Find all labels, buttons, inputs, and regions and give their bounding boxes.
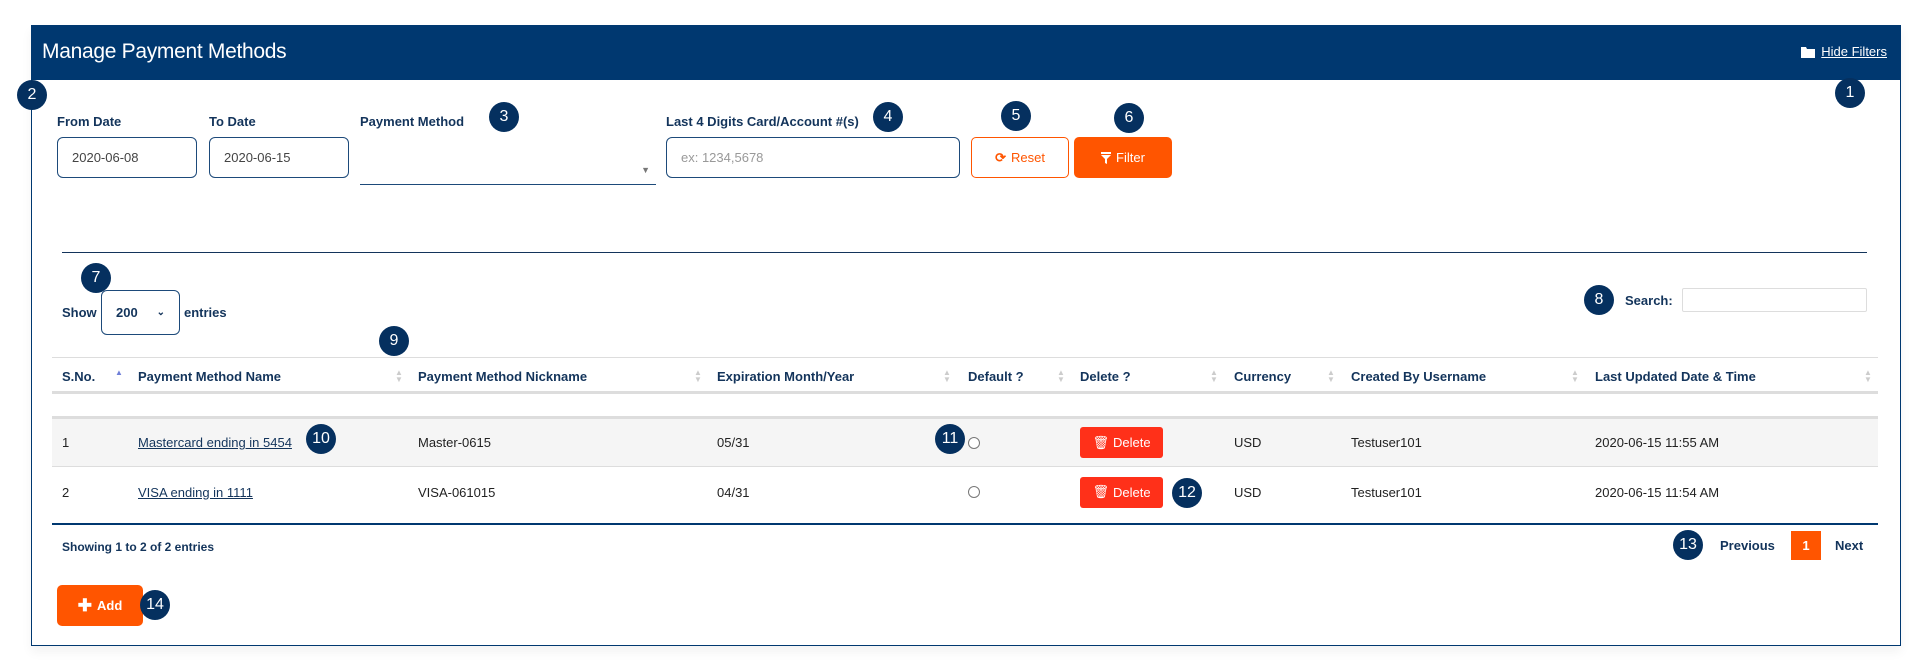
cell-expiration: 05/31 <box>717 435 750 450</box>
sort-asc-icon: ▲ <box>115 368 123 377</box>
plus-icon: ✚ <box>77 595 92 615</box>
table-header: S.No. ▲ Payment Method Name ▲ ▼ Payment M… <box>52 357 1878 394</box>
cell-currency: USD <box>1234 435 1262 450</box>
chevron-down-icon: ⌄ <box>156 307 165 318</box>
table-row: 2 VISA ending in 1111 VISA-061015 04/31 … <box>52 466 1878 525</box>
cell-nickname: VISA-061015 <box>418 484 496 500</box>
to-date-label: To Date <box>209 114 256 129</box>
next-page-button[interactable]: Next <box>1835 538 1863 553</box>
payment-method-select[interactable]: ▼ <box>360 137 656 185</box>
dropdown-arrow-icon: ▼ <box>641 165 650 175</box>
sort-icon: ▲ ▼ <box>943 368 951 384</box>
col-payment-method-name[interactable]: Payment Method Name <box>138 358 281 395</box>
delete-button[interactable]: 🗑 Delete <box>1080 427 1163 458</box>
from-date-input[interactable]: 2020-06-08 <box>57 137 197 178</box>
payment-method-label: Payment Method <box>360 114 465 129</box>
annotation-badge: 9 <box>379 326 409 356</box>
delete-label: Delete <box>1112 435 1151 450</box>
annotation-badge: 5 <box>1001 101 1031 131</box>
payment-method-link[interactable]: Mastercard ending in 5454 <box>138 419 292 466</box>
annotation-badge: 12 <box>1172 478 1202 508</box>
sort-icon: ▲ ▼ <box>395 368 403 384</box>
col-delete[interactable]: Delete ? <box>1080 358 1131 395</box>
col-currency[interactable]: Currency <box>1234 358 1291 395</box>
cell-expiration: 04/31 <box>717 484 750 500</box>
annotation-badge: 14 <box>140 590 170 620</box>
annotation-badge: 2 <box>17 80 47 110</box>
show-label: Show <box>62 305 97 320</box>
add-button[interactable]: ✚ Add <box>57 585 143 626</box>
cell-created-by: Testuser101 <box>1351 484 1422 500</box>
last4-input[interactable]: ex: 1234,5678 <box>666 137 960 178</box>
page-header: Manage Payment Methods Hide Filters <box>31 25 1901 80</box>
previous-page-button[interactable]: Previous <box>1720 538 1775 553</box>
cell-updated: 2020-06-15 11:54 AM <box>1595 484 1720 500</box>
annotation-badge: 1 <box>1835 78 1865 108</box>
cell-nickname: Master-0615 <box>418 435 491 450</box>
col-nickname[interactable]: Payment Method Nickname <box>418 358 587 395</box>
last4-label: Last 4 Digits Card/Account #(s) <box>666 114 859 129</box>
filter-panel <box>31 25 1901 646</box>
cell-updated: 2020-06-15 11:55 AM <box>1595 435 1720 450</box>
cell-sno: 2 <box>62 484 70 500</box>
sort-icon: ▲ ▼ <box>1327 368 1335 384</box>
sort-icon: ▲ ▼ <box>1210 368 1218 384</box>
payment-method-link[interactable]: VISA ending in 1111 <box>138 467 253 517</box>
delete-label: Delete <box>1112 484 1151 500</box>
table-info: Showing 1 to 2 of 2 entries <box>62 540 215 554</box>
annotation-badge: 7 <box>81 263 111 293</box>
annotation-badge: 8 <box>1584 285 1614 315</box>
trash-icon: 🗑 <box>1092 484 1109 499</box>
filter-button[interactable]: Filter <box>1074 137 1172 178</box>
col-default[interactable]: Default ? <box>968 358 1024 395</box>
to-date-input[interactable]: 2020-06-15 <box>209 137 349 178</box>
sort-icon: ▲ ▼ <box>1864 368 1872 384</box>
annotation-badge: 6 <box>1114 103 1144 133</box>
delete-button[interactable]: 🗑 Delete <box>1080 476 1163 508</box>
annotation-badge: 11 <box>935 424 965 454</box>
page-size-select[interactable]: 200 ⌄ <box>101 290 180 335</box>
page-1-button[interactable]: 1 <box>1791 531 1821 560</box>
entries-label: entries <box>184 305 227 320</box>
annotation-badge: 4 <box>873 102 903 132</box>
default-radio[interactable] <box>968 486 980 498</box>
page-title: Manage Payment Methods <box>42 40 287 63</box>
divider <box>62 252 1867 253</box>
hide-filters-link[interactable]: Hide Filters <box>1801 44 1887 59</box>
col-sno[interactable]: S.No. <box>62 358 95 395</box>
reset-label: Reset <box>1010 150 1045 165</box>
trash-icon: 🗑 <box>1092 434 1109 450</box>
col-expiration[interactable]: Expiration Month/Year <box>717 358 854 395</box>
cell-created-by: Testuser101 <box>1351 435 1422 450</box>
annotation-badge: 3 <box>489 102 519 132</box>
sort-icon: ▲ ▼ <box>1571 368 1579 384</box>
page-size-value: 200 <box>116 305 138 320</box>
refresh-icon: ⟳ <box>995 149 1006 165</box>
col-created-by[interactable]: Created By Username <box>1351 358 1486 395</box>
hide-filters-label: Hide Filters <box>1821 44 1887 59</box>
cell-sno: 1 <box>62 435 70 450</box>
search-label: Search: <box>1625 293 1673 308</box>
annotation-badge: 13 <box>1673 530 1703 560</box>
sort-icon: ▲ ▼ <box>694 368 702 384</box>
sort-icon: ▲ ▼ <box>1057 368 1065 384</box>
cell-currency: USD <box>1234 484 1262 500</box>
col-last-updated[interactable]: Last Updated Date & Time <box>1595 358 1756 395</box>
add-label: Add <box>96 598 123 613</box>
annotation-badge: 10 <box>306 424 336 454</box>
search-input[interactable] <box>1682 288 1867 312</box>
reset-button[interactable]: ⟳ Reset <box>971 137 1069 178</box>
funnel-icon <box>1101 151 1112 164</box>
from-date-label: From Date <box>57 114 122 129</box>
folder-icon <box>1801 46 1816 58</box>
filter-label: Filter <box>1116 150 1145 165</box>
default-radio[interactable] <box>968 436 980 449</box>
